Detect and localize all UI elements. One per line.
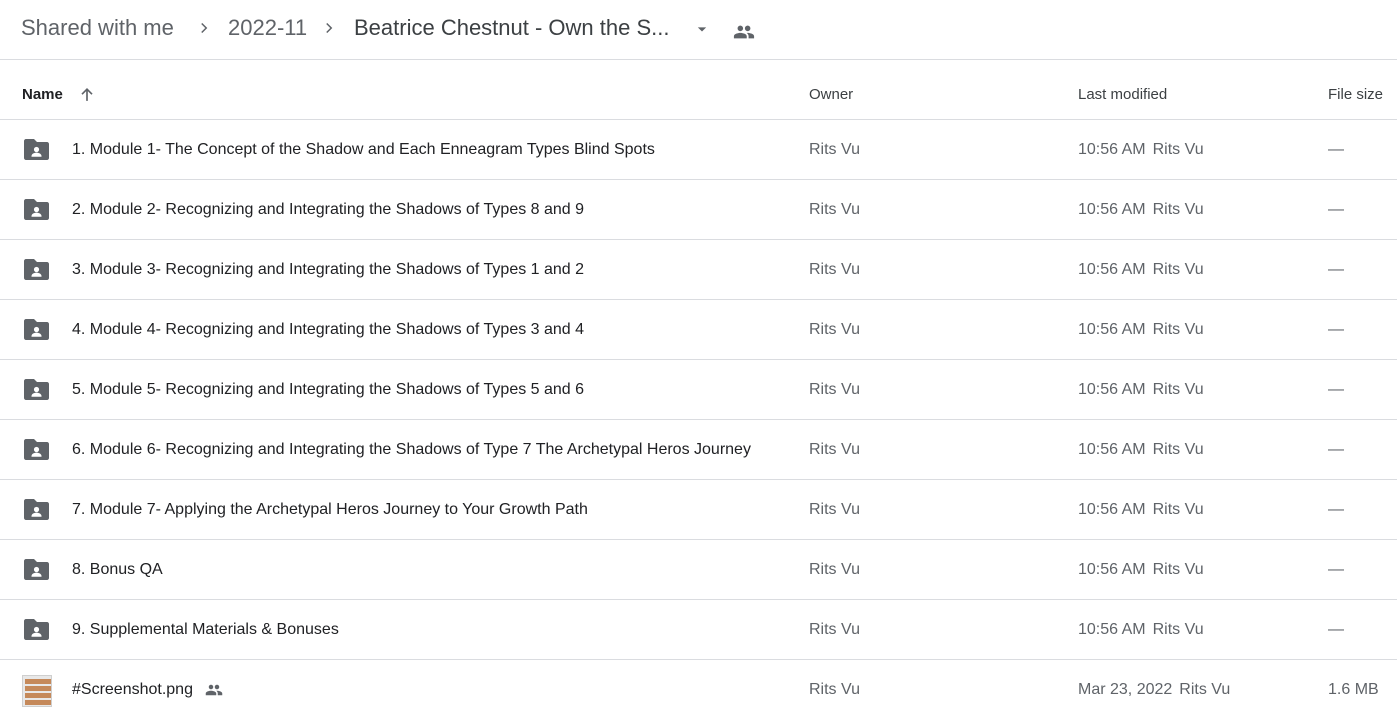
modified-by: Rits Vu (1152, 321, 1204, 338)
file-size: — (1328, 501, 1344, 518)
file-last-modified: 10:56 AM Rits Vu (1078, 381, 1204, 399)
file-list: 1. Module 1- The Concept of the Shadow a… (0, 120, 1397, 709)
file-size: — (1328, 321, 1344, 338)
file-owner: Rits Vu (809, 381, 860, 398)
file-last-modified: 10:56 AM Rits Vu (1078, 561, 1204, 579)
modified-date: 10:56 AM (1078, 201, 1146, 218)
modified-by: Rits Vu (1152, 621, 1204, 638)
modified-date: 10:56 AM (1078, 561, 1146, 578)
arrow-drop-down-icon[interactable] (692, 19, 712, 39)
modified-by: Rits Vu (1152, 501, 1204, 518)
file-name[interactable]: 4. Module 4- Recognizing and Integrating… (72, 321, 584, 339)
column-header-file-size[interactable]: File size (1328, 86, 1383, 103)
shared-folder-icon (23, 198, 50, 222)
file-name[interactable]: 2. Module 2- Recognizing and Integrating… (72, 201, 584, 219)
modified-date: Mar 23, 2022 (1078, 681, 1173, 698)
file-name[interactable]: 7. Module 7- Applying the Archetypal Her… (72, 501, 588, 519)
modified-date: 10:56 AM (1078, 141, 1146, 158)
file-owner: Rits Vu (809, 681, 860, 698)
file-last-modified: 10:56 AM Rits Vu (1078, 141, 1204, 159)
modified-by: Rits Vu (1152, 381, 1204, 398)
shared-folder-icon (23, 558, 50, 582)
modified-by: Rits Vu (1152, 441, 1204, 458)
file-last-modified: 10:56 AM Rits Vu (1078, 501, 1204, 519)
file-size: — (1328, 261, 1344, 278)
breadcrumb-2022-11[interactable]: 2022-11 (228, 14, 307, 42)
file-last-modified: 10:56 AM Rits Vu (1078, 321, 1204, 339)
file-owner: Rits Vu (809, 621, 860, 638)
shared-folder-icon (23, 438, 50, 462)
table-row[interactable]: 1. Module 1- The Concept of the Shadow a… (0, 120, 1397, 180)
table-row[interactable]: #Screenshot.png Rits Vu Mar 23, 2022 Rits V… (0, 660, 1397, 709)
file-size: — (1328, 561, 1344, 578)
shared-folder-icon (23, 618, 50, 642)
file-name[interactable]: 8. Bonus QA (72, 561, 163, 579)
modified-date: 10:56 AM (1078, 261, 1146, 278)
breadcrumb-shared-with-me[interactable]: Shared with me (21, 14, 174, 42)
shared-folder-icon (23, 498, 50, 522)
modified-date: 10:56 AM (1078, 441, 1146, 458)
file-name[interactable]: 6. Module 6- Recognizing and Integrating… (72, 441, 751, 459)
breadcrumb: Shared with me 2022-11 Beatrice Chestnut… (0, 0, 1397, 60)
table-row[interactable]: 6. Module 6- Recognizing and Integrating… (0, 420, 1397, 480)
file-owner: Rits Vu (809, 321, 860, 338)
file-owner: Rits Vu (809, 141, 860, 158)
shared-folder-icon (23, 258, 50, 282)
file-name[interactable]: 1. Module 1- The Concept of the Shadow a… (72, 141, 655, 159)
file-size: 1.6 MB (1328, 681, 1379, 698)
file-last-modified: 10:56 AM Rits Vu (1078, 201, 1204, 219)
table-row[interactable]: 3. Module 3- Recognizing and Integrating… (0, 240, 1397, 300)
table-header: Name Owner Last modified File size (0, 60, 1397, 120)
shared-folder-icon (23, 378, 50, 402)
file-size: — (1328, 381, 1344, 398)
modified-by: Rits Vu (1152, 561, 1204, 578)
modified-by: Rits Vu (1179, 681, 1231, 698)
file-size: — (1328, 621, 1344, 638)
modified-by: Rits Vu (1152, 201, 1204, 218)
file-owner: Rits Vu (809, 501, 860, 518)
chevron-right-icon (201, 22, 208, 34)
shared-folder-icon (23, 318, 50, 342)
breadcrumb-current-folder[interactable]: Beatrice Chestnut - Own the S... (354, 14, 669, 42)
arrow-upward-icon[interactable] (77, 85, 97, 105)
file-last-modified: Mar 23, 2022 Rits Vu (1078, 681, 1230, 699)
file-size: — (1328, 441, 1344, 458)
modified-date: 10:56 AM (1078, 321, 1146, 338)
image-thumbnail-icon (22, 675, 52, 707)
table-row[interactable]: 9. Supplemental Materials & Bonuses Rits … (0, 600, 1397, 660)
column-header-name[interactable]: Name (22, 86, 63, 103)
file-last-modified: 10:56 AM Rits Vu (1078, 261, 1204, 279)
people-icon (733, 25, 755, 39)
file-name[interactable]: 5. Module 5- Recognizing and Integrating… (72, 381, 584, 399)
file-size: — (1328, 201, 1344, 218)
modified-date: 10:56 AM (1078, 381, 1146, 398)
modified-date: 10:56 AM (1078, 621, 1146, 638)
table-row[interactable]: 7. Module 7- Applying the Archetypal Her… (0, 480, 1397, 540)
file-owner: Rits Vu (809, 201, 860, 218)
file-last-modified: 10:56 AM Rits Vu (1078, 621, 1204, 639)
shared-folder-icon (23, 138, 50, 162)
chevron-right-icon (326, 22, 333, 34)
file-size: — (1328, 141, 1344, 158)
modified-by: Rits Vu (1152, 261, 1204, 278)
file-owner: Rits Vu (809, 441, 860, 458)
table-row[interactable]: 5. Module 5- Recognizing and Integrating… (0, 360, 1397, 420)
table-row[interactable]: 4. Module 4- Recognizing and Integrating… (0, 300, 1397, 360)
file-name[interactable]: 9. Supplemental Materials & Bonuses (72, 621, 339, 639)
people-icon (203, 681, 225, 699)
modified-date: 10:56 AM (1078, 501, 1146, 518)
file-name[interactable]: #Screenshot.png (72, 681, 193, 699)
column-header-last-modified[interactable]: Last modified (1078, 86, 1167, 103)
modified-by: Rits Vu (1152, 141, 1204, 158)
file-owner: Rits Vu (809, 261, 860, 278)
file-name[interactable]: 3. Module 3- Recognizing and Integrating… (72, 261, 584, 279)
table-row[interactable]: 2. Module 2- Recognizing and Integrating… (0, 180, 1397, 240)
table-row[interactable]: 8. Bonus QA Rits Vu 10:56 AM Rits Vu — (0, 540, 1397, 600)
file-last-modified: 10:56 AM Rits Vu (1078, 441, 1204, 459)
column-header-owner[interactable]: Owner (809, 86, 853, 103)
file-owner: Rits Vu (809, 561, 860, 578)
